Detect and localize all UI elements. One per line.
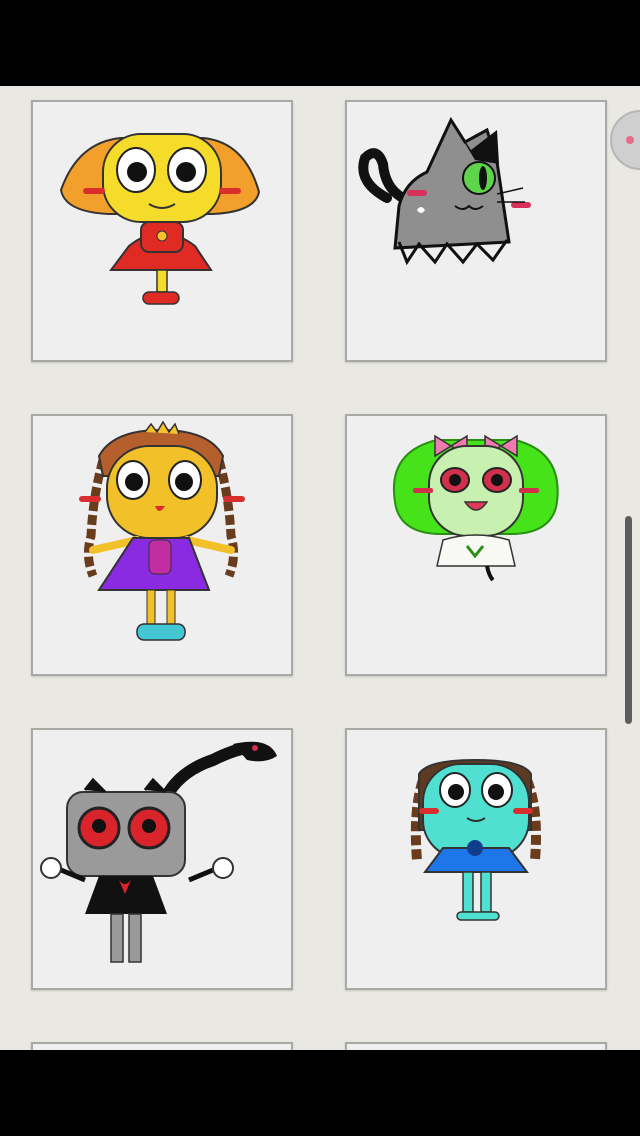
gallery-item-2[interactable] [345,100,607,362]
gallery-item-4[interactable] [345,414,607,676]
vertical-scrollbar[interactable] [625,516,632,724]
yellow-character-braids-purple-dress-icon [79,420,245,641]
gallery-item-5[interactable] [31,728,293,990]
green-haired-character-pink-bows-icon [392,434,559,582]
yellow-character-orange-hair-red-dress-icon [59,133,261,305]
gallery-item-8[interactable] [345,1042,607,1050]
status-bar [0,0,640,86]
gray-character-red-eyes-black-dress-icon [40,741,277,963]
dot-icon [626,136,634,144]
drawing-gallery[interactable] [0,86,640,1050]
gallery-item-3[interactable] [31,414,293,676]
teal-character-brown-braids-blue-dress-icon [410,758,541,921]
gallery-item-6[interactable] [345,728,607,990]
gray-cat-green-eye-icon [358,116,531,266]
bottom-bar [0,1050,640,1136]
gallery-item-1[interactable] [31,100,293,362]
gallery-item-7[interactable] [31,1042,293,1050]
